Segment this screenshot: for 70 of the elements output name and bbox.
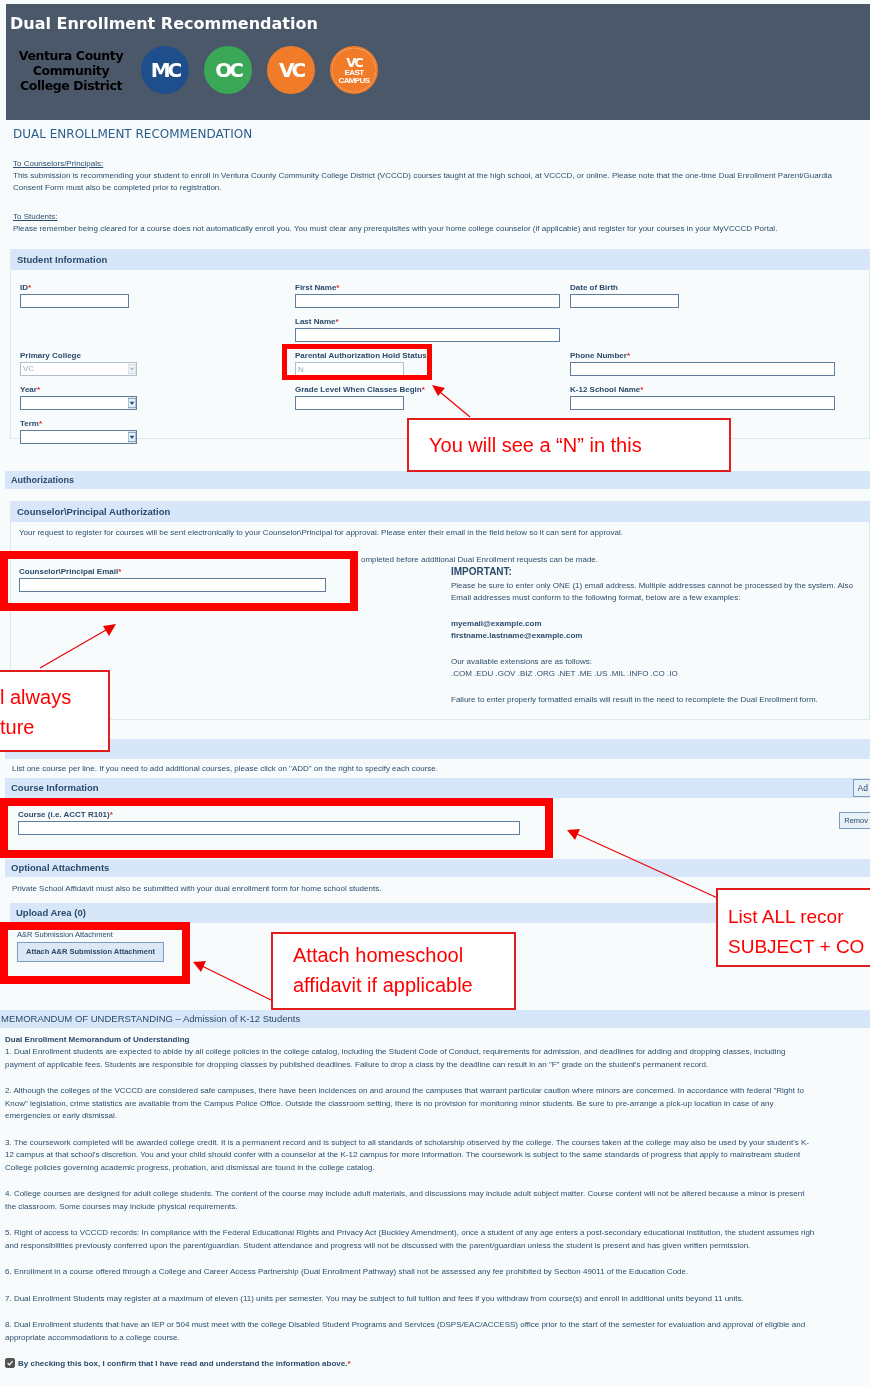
field-label: Last Name* <box>295 316 340 327</box>
important-text: Please be sure to enter only ONE (1) email address. Multiple addresses cannot be processed by the system. Also Email addresses must conform to the following format, below are a few examples: <box>451 580 853 604</box>
section-header: Authorizations <box>5 471 870 489</box>
callout: Attach homeschool affidavit if applicable <box>271 932 516 1010</box>
logo-letters: MC <box>150 60 180 80</box>
field-label: Course (i.e. ACCT R101)* <box>18 809 114 820</box>
email-examples: myemail@example.com firstname.lastname@example.com <box>451 618 584 642</box>
note-text: ompleted before additional Dual Enrollment requests can be made. <box>360 554 600 566</box>
text-field[interactable] <box>295 294 560 308</box>
email-field[interactable] <box>19 578 326 592</box>
intro-text: Your request to register for courses will be sent electronically to your Counselor\Principal for approval. Please enter their email in the field below so it can sent for approval. <box>18 527 624 539</box>
notice-text: This submission is recommending your student to enroll in Ventura County Community College District (VCCCD) courses taught at the high school, at VCCCD, or online. Please note that the one-time Dual Enrollment Parent/Guardia Consent Form must also be completed prior to registration. <box>13 170 834 194</box>
field-label: Term* <box>20 418 44 429</box>
callout: You will see a “N” in this <box>407 418 731 472</box>
field-label: Phone Number* <box>570 350 632 361</box>
memorandum-paragraph: 7. Dual Enrollment Students may register at a maximum of eleven (11) units per semester. You may be subject to full tuition and fees if you withdraw from course(s) and enroll in additional units beyond 11 units. <box>5 1292 745 1305</box>
dropdown-arrow-icon <box>128 397 136 409</box>
dropdown-field[interactable] <box>20 396 137 410</box>
memorandum-paragraph: 6. Enrollment in a course offered through a College and Career Access Partnership (Dual Enrollment Pathway) shall not be assessed any fee prohibited by Section 49011 of the Education Code. <box>5 1266 690 1278</box>
page-title: Dual Enrollment Recommendation <box>9 13 319 33</box>
logo-letters: VC <box>346 55 362 69</box>
text-field[interactable] <box>570 362 835 376</box>
field-label: Counselor\Principal Email* <box>19 566 123 577</box>
notice-heading: To Students: <box>13 211 59 223</box>
warning-text: Failure to enter properly formatted emails will result in the need to recomplete the Dual Enrollment form. <box>451 694 819 706</box>
text-field[interactable] <box>20 294 129 308</box>
arrow <box>432 385 471 418</box>
district-name: Ventura County Community College District <box>17 47 125 93</box>
memorandum-subtitle: Dual Enrollment Memorandum of Understanding <box>5 1035 191 1045</box>
field-label: Year* <box>20 384 42 395</box>
add-button[interactable]: Ad <box>852 779 870 797</box>
checkbox[interactable] <box>5 1358 15 1368</box>
memorandum-paragraph: 4. College courses are designed for adult college students. The content of the course may include adult materials, and discussions may include adult subject matter. Course content will not be altered because a minor is present the classroom. Some courses may include physical requirements. <box>5 1188 806 1213</box>
instruction-text: List one course per line. If you need to add additional courses, please click on "ADD" on the right to specify each course. <box>12 763 439 775</box>
field-label: Date of Birth <box>570 282 619 293</box>
memorandum-paragraph: 5. Right of access to VCCCD records: In compliance with the Federal Educational Rights and Privacy Act (Buckley Amendment), once a student of any age enters a post-secondary educational institution, the student assumes righ and responsibilities previously conferred upon the parent/guardian. Student attendance and progress will not be discussed with the parent/guardian unless the student is present and has given written permission. <box>5 1227 816 1252</box>
page-heading: DUAL ENROLLMENT RECOMMENDATION <box>13 127 254 141</box>
memorandum-paragraph: 3. The coursework completed will be awarded college credit. It is a permanent record and is subject to all standards of scholarship observed by the college. The courses taken at the college may also be used by your student's K- 12 campus at that school's discretion. You and your child should confer with a counselor at the K-12 campus for more information. The coursework is subject to the same standards of progress that apply to mainstream student College policies governing academic progress, probation, and dismissal are found in the college catalog. <box>5 1136 810 1174</box>
logo-letters: VC <box>278 60 304 80</box>
section-header: Optional Attachments <box>5 859 870 877</box>
important-heading: IMPORTANT: <box>451 566 513 578</box>
text-field[interactable] <box>570 396 835 410</box>
logo-letters: OC <box>215 60 241 80</box>
memorandum-paragraph: 8. Dual Enrollment students that have an IEP or 504 must meet with the college Disabled Student Programs and Services (DSPS/EAC/ACCESS) office prior to the start of the semester for evaluation and approval of eligible and appropriate accommodations to a college course. <box>5 1319 807 1344</box>
notice-text: Please remember being cleared for a course does not automatically enroll you. You must clear any prerequisites with your home college counselor (if applicable) and register for your courses in your MyVCCCD Portal. <box>13 223 779 235</box>
field-label: ID* <box>20 282 33 293</box>
section-header: MEMORANDUM OF UNDERSTANDING – Admission of K-12 Students <box>0 1010 870 1028</box>
notice-heading: To Counselors/Principals: <box>13 158 105 170</box>
course-field[interactable] <box>18 821 520 835</box>
callout: l always ture <box>0 670 110 752</box>
field-label: First Name* <box>295 282 341 293</box>
text-field[interactable] <box>295 328 560 342</box>
callout: List ALL recor SUBJECT + CO <box>716 888 870 967</box>
section-header: Counselor\Principal Authorization <box>11 502 869 522</box>
text-field[interactable] <box>570 294 679 308</box>
field-label: K-12 School Name* <box>570 384 645 395</box>
field-label: Parental Authorization Hold Status <box>295 350 428 361</box>
section-header: Student Information <box>11 250 869 270</box>
field-label: Primary College <box>20 350 82 361</box>
memorandum-paragraph: 1. Dual Enrollment students are expected to abide by all college policies in the college catalog, including the Student Code of Conduct, requirements for admission, and deadlines for adding and dropping classes, including payment of applicable fees. Students are responsible for dropping classes by published deadlines. Failure to drop a class by the deadline can result in an "F" grade on the student's permanent record. <box>5 1046 787 1071</box>
dropdown-arrow-icon <box>128 363 136 375</box>
section-title: Course Information <box>11 781 99 795</box>
checkbox-label: By checking this box, I confirm that I have read and understand the information above.* <box>18 1358 351 1368</box>
dropdown-field[interactable] <box>20 430 137 444</box>
field-label: Grade Level When Classes Begin* <box>295 384 426 395</box>
attachment-note: Private School Affidavit must also be submitted with your dual enrollment form for home school students. <box>12 883 383 895</box>
logo-subtext: EAST CAMPUS <box>337 68 371 85</box>
memorandum-paragraph: 2. Although the colleges of the VCCCD are considered safe campuses, there have been incidences on and around the campuses that warrant particular caution where minors are concerned. In accordance with federal "Right to Know" legislation, crime statistics are available from the Campus Police Office. Outside the classroom setting, there is no provision for monitoring minor students. Be sure to pre-arrange a pick-up location in case of any emergencies or early dismissal. <box>5 1085 805 1122</box>
text-field[interactable] <box>295 396 404 410</box>
extensions-text: Our available extensions are as follows: .COM .EDU .GOV .BIZ .ORG .NET .ME .US .MIL .INFO .CO .IO <box>451 656 679 680</box>
